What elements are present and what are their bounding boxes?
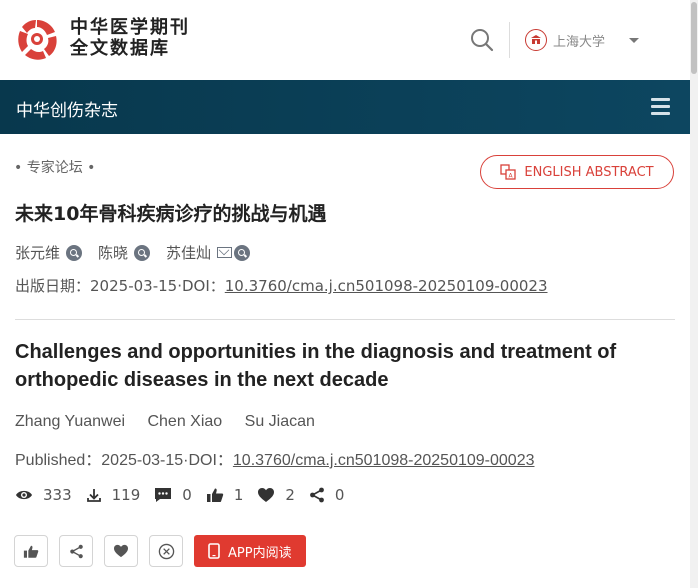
- search-icon[interactable]: [469, 27, 495, 53]
- action-bar: APP内阅读: [14, 535, 306, 567]
- logo-line1: 中华医学期刊: [70, 17, 190, 38]
- comments-stat: 0: [154, 486, 192, 504]
- library-icon: [525, 29, 547, 51]
- views-stat: 333: [15, 486, 72, 504]
- english-abstract-button[interactable]: A ENGLISH ABSTRACT: [480, 155, 674, 189]
- favorite-button[interactable]: [104, 535, 138, 567]
- thumbs-up-icon: [23, 545, 39, 558]
- download-icon: [86, 489, 101, 502]
- views-count: 333: [43, 486, 72, 504]
- institution-selector[interactable]: 上海大学: [525, 28, 640, 52]
- article-title-en: Challenges and opportunities in the diag…: [15, 341, 617, 391]
- header-divider: [509, 22, 510, 58]
- author-name[interactable]: 陈晓: [98, 242, 128, 263]
- author-search-icon[interactable]: [234, 244, 251, 261]
- author-cn[interactable]: 张元维: [15, 242, 83, 263]
- close-circle-icon: [158, 543, 174, 559]
- publish-meta-en: Published：2025-03-15·DOI：10.3760/cma.j.c…: [15, 446, 534, 470]
- logo-icon[interactable]: [14, 16, 60, 62]
- share-button[interactable]: [59, 535, 93, 567]
- publish-meta-cn: 出版日期：2025-03-15·DOI：10.3760/cma.j.cn5010…: [15, 275, 548, 296]
- downloads-count: 119: [111, 486, 141, 504]
- author-search-icon[interactable]: [134, 244, 151, 261]
- authors-en: Zhang Yuanwei Chen Xiao Su Jiacan: [15, 413, 333, 431]
- share-icon: [310, 487, 324, 503]
- doi-link[interactable]: 10.3760/cma.j.cn501098-20250109-00023: [225, 277, 548, 295]
- section-divider: [15, 319, 675, 320]
- chevron-down-icon: [629, 37, 640, 43]
- journal-navbar: 中华创伤杂志: [0, 80, 690, 134]
- eye-icon: [16, 490, 32, 500]
- publish-date: 2025-03-15: [90, 277, 178, 295]
- authors-cn: 张元维 陈晓 苏佳灿: [15, 242, 266, 263]
- logo-line2: 全文数据库: [70, 38, 170, 59]
- author-name-en[interactable]: Chen Xiao: [147, 413, 222, 430]
- email-icon[interactable]: [217, 247, 233, 258]
- thumbs-up-icon: [206, 488, 224, 502]
- scrollbar[interactable]: [690, 0, 698, 588]
- doi-link[interactable]: 10.3760/cma.j.cn501098-20250109-00023: [233, 452, 535, 469]
- author-search-icon[interactable]: [66, 244, 83, 261]
- scrollbar-thumb[interactable]: [691, 2, 697, 74]
- report-button[interactable]: [149, 535, 183, 567]
- doi-label: ·DOI：: [177, 277, 225, 295]
- author-name-en[interactable]: Zhang Yuanwei: [15, 413, 125, 430]
- author-name[interactable]: 苏佳灿: [166, 242, 211, 263]
- institution-name: 上海大学: [553, 34, 606, 50]
- author-name[interactable]: 张元维: [15, 242, 60, 263]
- hamburger-menu-icon[interactable]: [651, 98, 670, 116]
- doi-label: ·DOI：: [183, 452, 233, 469]
- publish-date: 2025-03-15: [101, 452, 184, 469]
- author-cn[interactable]: 陈晓: [98, 242, 151, 263]
- like-button[interactable]: [14, 535, 48, 567]
- published-label-en: Published：: [15, 452, 102, 469]
- top-header: 中华医学期刊 全文数据库 上海大学: [0, 0, 690, 80]
- downloads-stat: 119: [86, 486, 141, 504]
- phone-icon: [208, 543, 220, 559]
- favorites-stat: 2: [257, 486, 295, 504]
- article-category: • 专家论坛 •: [14, 160, 96, 176]
- app-read-label: APP内阅读: [228, 545, 292, 561]
- likes-stat: 1: [206, 486, 244, 504]
- translate-icon: A: [500, 164, 517, 180]
- app-read-button[interactable]: APP内阅读: [194, 535, 306, 567]
- favorites-count: 2: [285, 486, 295, 504]
- shares-count: 0: [334, 486, 345, 504]
- article-title-cn: 未来10年骨科疾病诊疗的挑战与机遇: [15, 203, 327, 225]
- share-icon: [69, 544, 83, 558]
- logo-text[interactable]: 中华医学期刊 全文数据库: [70, 17, 190, 59]
- heart-icon: [258, 488, 275, 502]
- english-abstract-label: ENGLISH ABSTRACT: [524, 164, 654, 180]
- published-label-cn: 出版日期：: [15, 277, 91, 295]
- comments-count: 0: [182, 486, 192, 504]
- likes-count: 1: [233, 486, 244, 504]
- author-cn[interactable]: 苏佳灿: [166, 242, 251, 263]
- author-name-en[interactable]: Su Jiacan: [245, 413, 315, 430]
- journal-title[interactable]: 中华创伤杂志: [16, 96, 118, 121]
- shares-stat: 0: [309, 486, 345, 504]
- article-stats: 333 119 0 1 2 0: [15, 486, 358, 504]
- comment-icon: [155, 488, 172, 502]
- heart-icon: [114, 544, 128, 558]
